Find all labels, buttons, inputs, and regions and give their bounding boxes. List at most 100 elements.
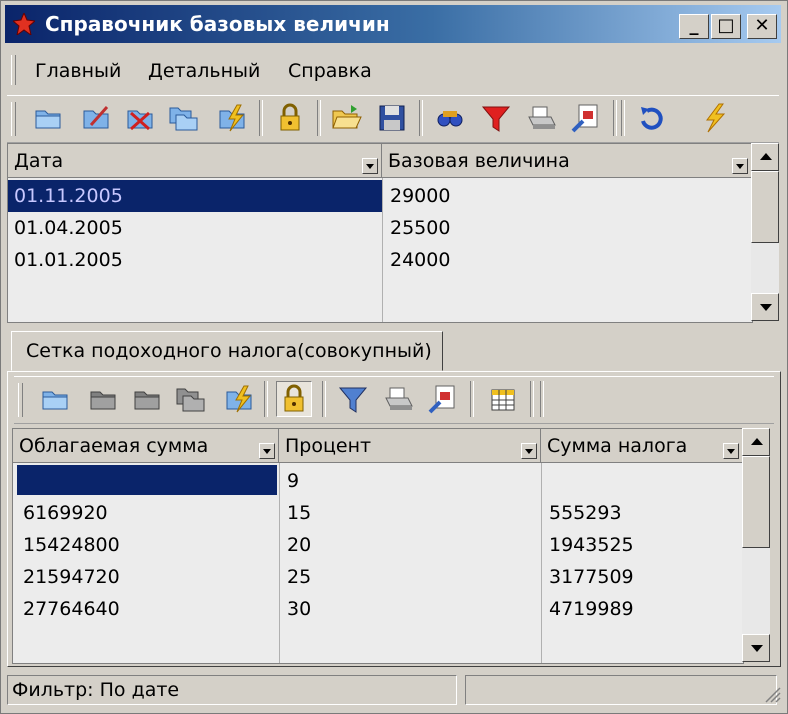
menu-grip[interactable] [11,55,16,85]
lightning-icon[interactable] [697,101,731,135]
lock-icon[interactable] [273,101,307,135]
date-cell[interactable]: 01.04.2005 [8,212,382,244]
bottom-grid-scrollbar[interactable] [742,428,770,662]
folder-open-icon[interactable] [38,382,72,416]
delete-icon[interactable] [130,382,164,416]
detail-panel: Облагаемая сумма Процент Сумма налога 9 … [7,371,781,667]
refresh-icon[interactable] [635,101,669,135]
lock-icon[interactable] [276,381,312,417]
toolbar-separator [322,381,326,417]
percent-cell[interactable]: 30 [281,593,541,625]
chevron-down-icon[interactable] [521,443,537,459]
resize-grip-icon[interactable] [763,685,781,703]
column-header-date[interactable]: Дата [8,144,382,178]
copy-icon[interactable] [174,382,208,416]
edit-icon[interactable] [79,101,113,135]
lightning-edit-icon[interactable] [215,101,249,135]
chevron-down-icon[interactable] [723,443,739,459]
scroll-thumb[interactable] [751,171,779,243]
report-icon[interactable] [569,101,603,135]
filter-icon[interactable] [336,382,370,416]
taxable-cell[interactable]: 21594720 [17,561,277,593]
value-cell[interactable]: 29000 [384,180,752,212]
table-row[interactable]: 01.04.2005 25500 [8,212,752,244]
maximize-button[interactable]: □ [711,14,741,39]
date-cell[interactable]: 01.11.2005 [8,180,382,212]
scroll-down-button[interactable] [742,634,770,662]
toolbar-grip[interactable] [11,102,16,136]
folder-open-icon[interactable] [31,101,65,135]
menu-main[interactable]: Главный [35,59,121,83]
taxable-cell[interactable]: 15424800 [17,529,277,561]
report-icon[interactable] [426,382,460,416]
scroll-up-button[interactable] [742,428,770,456]
filter-icon[interactable] [479,101,513,135]
toolbar-separator [419,100,423,136]
tax-cell[interactable]: 555293 [543,497,743,529]
close-button[interactable]: ✕ [747,14,777,39]
title-bar[interactable]: Справочник базовых величин _ □ ✕ [5,5,781,43]
toolbar-separator [264,381,268,417]
scroll-thumb[interactable] [742,456,770,548]
toolbar-separator [470,381,474,417]
delete-icon[interactable] [123,101,157,135]
open-file-icon[interactable] [329,101,363,135]
print-icon[interactable] [523,101,557,135]
column-header-label: Процент [285,435,372,457]
taxable-cell[interactable]: 27764640 [17,593,277,625]
top-grid-scrollbar[interactable] [751,143,779,321]
column-header-percent[interactable]: Процент [279,429,541,463]
percent-cell[interactable]: 9 [281,465,541,497]
chevron-down-icon[interactable] [259,443,275,459]
column-header-label: Облагаемая сумма [19,435,209,457]
find-icon[interactable] [433,101,467,135]
menu-detail[interactable]: Детальный [148,59,260,83]
top-grid[interactable]: Дата Базовая величина 01.11.2005 29000 0… [7,143,753,323]
lightning-edit-icon[interactable] [222,382,256,416]
tax-cell[interactable]: 4719989 [543,593,743,625]
print-icon[interactable] [380,382,414,416]
edit-icon[interactable] [86,382,120,416]
bottom-grid[interactable]: Облагаемая сумма Процент Сумма налога 9 … [12,428,744,664]
taxable-cell[interactable] [17,465,277,495]
table-row[interactable]: 01.01.2005 24000 [8,244,752,276]
copy-folder-icon[interactable] [167,101,201,135]
toolbar-separator [317,100,321,136]
table-row[interactable]: 27764640 30 4719989 [13,593,743,625]
column-header-base-value[interactable]: Базовая величина [382,144,752,178]
percent-cell[interactable]: 20 [281,529,541,561]
percent-cell[interactable]: 15 [281,497,541,529]
tax-cell[interactable]: 3177509 [543,561,743,593]
chevron-down-icon[interactable] [732,158,748,174]
chevron-down-icon[interactable] [362,158,378,174]
tab-income-tax-grid[interactable]: Сетка подоходного налога(совокупный) [11,331,443,371]
minimize-button[interactable]: _ [679,14,709,39]
date-cell[interactable]: 01.01.2005 [8,244,382,276]
table-row[interactable]: 01.11.2005 29000 [8,180,752,212]
table-row[interactable]: 15424800 20 1943525 [13,529,743,561]
scroll-up-button[interactable] [751,143,779,171]
toolbar-separator [621,100,625,136]
percent-cell[interactable]: 25 [281,561,541,593]
column-header-taxable-amount[interactable]: Облагаемая сумма [13,429,279,463]
toolbar-separator [259,100,263,136]
tax-cell[interactable] [543,465,743,497]
column-header-label: Дата [14,150,64,172]
scroll-down-button[interactable] [751,293,779,321]
column-header-label: Сумма налога [547,435,688,457]
save-icon[interactable] [375,101,409,135]
tax-cell[interactable]: 1943525 [543,529,743,561]
value-cell[interactable]: 24000 [384,244,752,276]
taxable-cell[interactable]: 6169920 [17,497,277,529]
table-row[interactable]: 21594720 25 3177509 [13,561,743,593]
toolbar-separator [613,100,617,136]
value-cell[interactable]: 25500 [384,212,752,244]
menu-bar: Главный Детальный Справка [7,51,779,89]
table-icon[interactable] [486,382,520,416]
table-row[interactable]: 6169920 15 555293 [13,497,743,529]
toolbar-grip[interactable] [18,383,23,417]
menu-help[interactable]: Справка [288,59,372,83]
table-row[interactable]: 9 [13,465,743,497]
column-header-tax-amount[interactable]: Сумма налога [541,429,743,463]
main-toolbar [7,95,779,143]
